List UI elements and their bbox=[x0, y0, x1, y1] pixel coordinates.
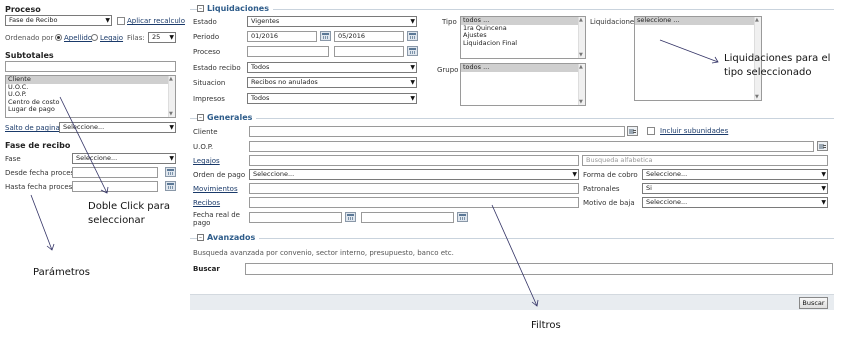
doble-click-arrow bbox=[59, 96, 108, 194]
filtros-arrow bbox=[491, 204, 538, 307]
annotation-liquidaciones-1: Liquidaciones para el bbox=[724, 53, 831, 64]
liquidaciones-arrow bbox=[659, 39, 719, 63]
annotation-doble-click-1: Doble Click para bbox=[88, 201, 170, 212]
annotation-parametros: Parámetros bbox=[33, 267, 90, 278]
annotation-arrows bbox=[30, 39, 719, 307]
annotation-liquidaciones-2: tipo seleccionado bbox=[724, 67, 812, 78]
annotation-doble-click-2: seleccionar bbox=[88, 215, 145, 226]
parametros-arrow bbox=[30, 194, 53, 251]
annotation-filtros: Filtros bbox=[531, 320, 561, 331]
